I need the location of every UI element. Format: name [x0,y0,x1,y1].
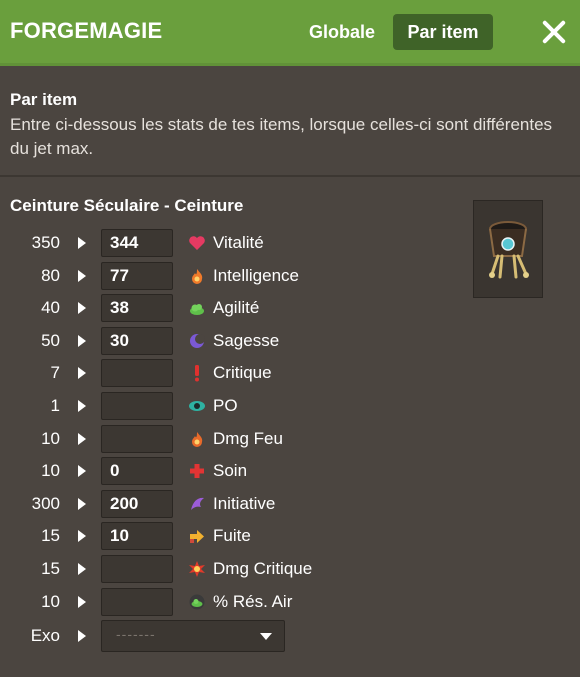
stat-max-value: 1 [50,396,60,415]
stat-label: Dmg Critique [213,559,313,578]
stat-max-value: 10 [41,428,60,448]
stat-value-input[interactable] [101,261,173,290]
cloud-icon [190,304,204,316]
arrow-right-icon[interactable] [78,237,86,249]
moon-icon [190,333,205,348]
exclamation-icon [195,365,199,382]
arrow-right-icon[interactable] [78,530,86,543]
stat-max-value: 15 [41,526,60,546]
stat-label: Fuite [213,526,251,546]
stat-label: Initiative [213,493,276,513]
exo-select[interactable]: ------- [101,620,285,652]
stat-max-value: 80 [41,265,60,285]
stat-value-input[interactable] [101,359,173,388]
stat-row: 80 Intelligence [0,261,470,290]
air-resist-icon [189,594,205,610]
divider [0,175,580,177]
exo-label: Exo [30,626,60,645]
stat-row: 40 Agilité [0,294,470,323]
fire-icon [192,268,203,284]
intro-section: Par item Entre ci-dessous les stats de t… [10,90,570,161]
stat-value-input[interactable] [101,555,173,583]
stat-max-value: 10 [41,591,60,611]
arrow-right-icon[interactable] [78,269,86,282]
arrow-right-icon[interactable] [78,334,86,347]
stat-max-value: 50 [41,330,60,350]
stat-max-value: 7 [50,363,60,383]
arrow-right-icon[interactable] [78,595,86,608]
intro-text: Entre ci-dessous les stats de tes items,… [10,115,553,158]
arrow-right-icon[interactable] [78,465,86,478]
stat-label: % Rés. Air [213,591,293,611]
burst-icon [189,561,205,577]
stat-value-input[interactable] [101,326,173,355]
stat-max-value: 10 [41,461,60,481]
stat-value-input[interactable] [101,489,173,518]
eye-icon [189,401,205,411]
stat-max-value: 40 [41,298,60,318]
arrow-right-icon[interactable] [78,563,86,575]
header-bar: FORGEMAGIE Globale Par item [0,0,580,66]
stat-label: Intelligence [213,265,300,285]
stat-row: 7 Critique [0,359,470,388]
heart-icon [189,236,205,250]
stat-row: 15 Fuite [0,522,470,551]
stat-row: 10 Dmg Feu [0,424,470,453]
wing-icon [191,497,204,510]
stat-value-input[interactable] [101,587,173,616]
stat-row: 350 Vitalité [0,229,470,257]
stat-row: 15 Dmg Critique [0,555,470,583]
stat-label: Agilité [213,298,260,318]
stat-label: Soin [213,461,248,481]
arrow-right-icon[interactable] [78,302,86,315]
stat-row: 300 Initiative [0,489,470,518]
stat-value-input[interactable] [101,424,173,453]
arrow-right-icon[interactable] [78,497,86,510]
stat-label: PO [213,396,238,415]
stat-max-value: 350 [31,233,60,252]
arrow-right-icon [78,630,86,642]
stat-label: Sagesse [213,330,280,350]
stat-value-input[interactable] [101,229,173,257]
stat-label: Vitalité [213,233,264,252]
stat-label: Dmg Feu [213,428,283,448]
stat-value-input[interactable] [101,392,173,420]
mode-global-button[interactable]: Globale [298,14,386,50]
cross-icon [190,464,204,479]
stat-max-value: 15 [41,559,60,578]
item-title: Ceinture Séculaire - Ceinture [10,196,244,215]
stat-label: Critique [213,363,272,383]
stat-value-input[interactable] [101,522,173,551]
stat-row: 10 Soin [0,457,470,486]
belt-item-image [473,200,543,298]
close-icon[interactable] [539,15,569,49]
stat-value-input[interactable] [101,294,173,323]
fire-damage-icon [192,431,203,447]
stat-max-value: 300 [31,493,60,513]
arrow-right-icon[interactable] [78,367,86,380]
intro-heading: Par item [10,90,78,109]
stat-row: 50 Sagesse [0,326,470,355]
arrow-right-icon[interactable] [78,432,86,445]
mode-item-button[interactable]: Par item [393,14,493,50]
chevron-down-icon [260,633,272,640]
arrow-right-icon[interactable] [78,400,86,412]
app-title: FORGEMAGIE [10,18,163,43]
stat-row: 10 % Rés. Air [0,587,470,616]
stat-row: 1 PO [0,392,470,420]
escape-arrow-icon [190,530,204,544]
exo-selected-value: ------- [116,626,156,642]
stat-value-input[interactable] [101,457,173,486]
